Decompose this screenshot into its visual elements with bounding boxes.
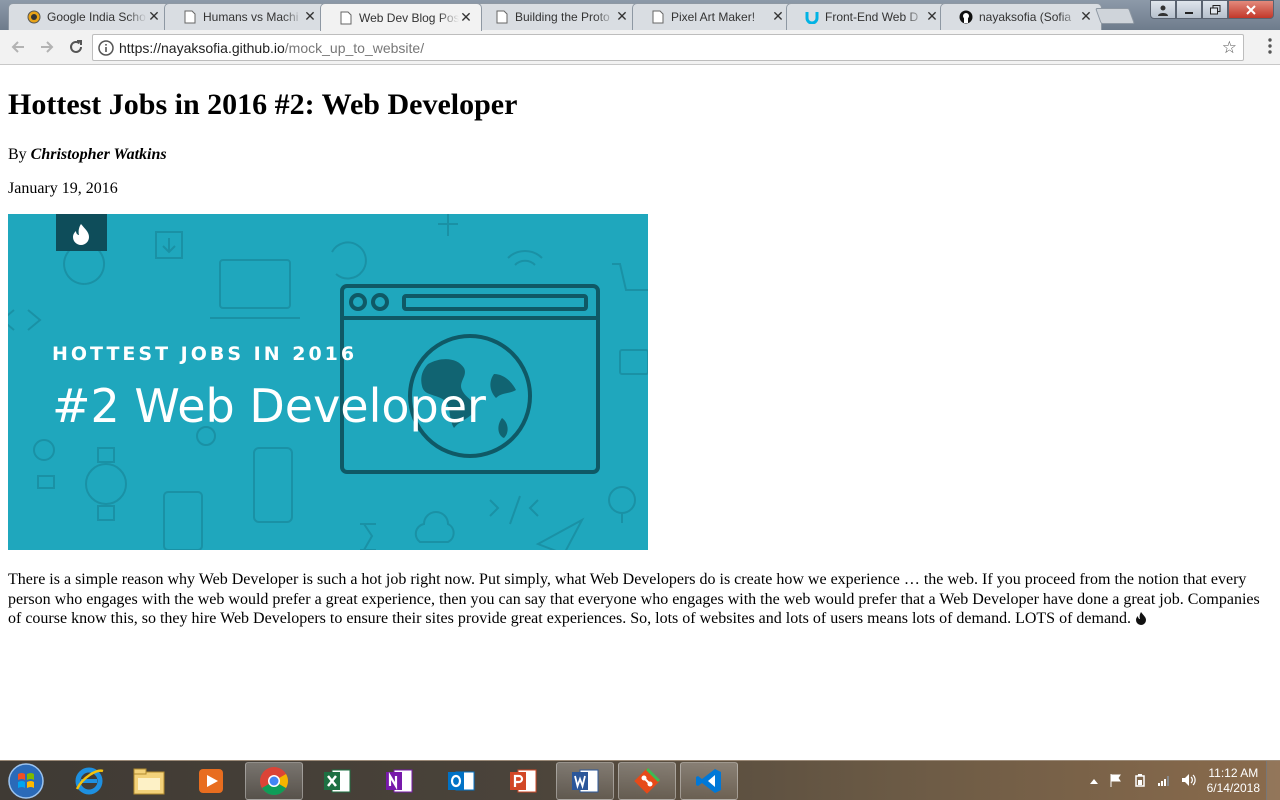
udacity-icon [805,10,819,24]
tab-title: Google India Scho [47,10,146,24]
tab-close-icon[interactable]: ✕ [1079,9,1093,25]
tab-close-icon[interactable]: ✕ [459,10,473,26]
show-hidden-icons-icon[interactable] [1089,774,1099,788]
tab-google-india[interactable]: Google India Scho ✕ [8,3,170,30]
tab-title: Pixel Art Maker! [671,10,756,24]
tab-pixel-art-maker[interactable]: Pixel Art Maker! ✕ [632,3,794,30]
chrome-icon[interactable] [245,762,303,800]
arrow-left-icon [11,41,24,53]
google-favicon-icon [27,10,41,24]
tab-front-end-web-dev[interactable]: Front-End Web D ✕ [786,3,948,30]
tab-title: Web Dev Blog Pos [359,10,459,25]
internet-explorer-icon[interactable] [60,762,118,800]
article-body: There is a simple reason why Web Develop… [8,570,1272,629]
byline-prefix: By [8,146,31,163]
hero-headline: #2 Web Developer [52,379,486,433]
reload-icon [70,40,82,53]
article-text: There is a simple reason why Web Develop… [8,571,1260,627]
windows-start-icon [8,763,44,799]
new-tab-button[interactable] [1095,8,1135,24]
url-path: /mock_up_to_website/ [284,39,425,56]
action-center-flag-icon[interactable] [1109,773,1123,790]
menu-kebab-icon[interactable] [1268,38,1272,54]
browser-toolbar: https://nayaksofia.github.io/mock_up_to_… [0,30,1280,65]
show-desktop-button[interactable] [1266,761,1280,800]
back-button[interactable] [5,34,31,60]
excel-icon[interactable] [308,762,366,800]
tab-title: nayaksofia (Sofia [979,10,1072,24]
tab-title: Building the Proto [515,10,610,24]
tab-close-icon[interactable]: ✕ [147,9,161,25]
github-icon [959,10,973,24]
byline: By Christopher Watkins [8,146,167,164]
media-player-icon[interactable] [182,762,240,800]
outlook-icon[interactable] [432,762,490,800]
tab-title: Front-End Web D [825,10,919,24]
article-title: Hottest Jobs in 2016 #2: Web Developer [8,88,518,121]
tab-title: Humans vs Machi [203,10,299,24]
arrow-right-icon [41,41,54,53]
publish-date: January 19, 2016 [8,180,118,197]
volume-icon[interactable] [1181,773,1197,790]
tab-strip: Google India Scho ✕ Humans vs Machi ✕ We… [0,0,1280,31]
url-host: https://nayaksofia.github.io [119,39,285,56]
network-icon[interactable] [1157,773,1171,790]
user-icon[interactable] [1150,0,1176,19]
power-icon[interactable] [1133,773,1147,790]
tab-close-icon[interactable]: ✕ [771,9,785,25]
onenote-icon[interactable] [370,762,428,800]
hero-kicker: HOTTEST JOBS IN 2016 [52,343,357,365]
page-icon [183,10,197,24]
fire-icon [1135,610,1147,627]
tab-close-icon[interactable]: ✕ [615,9,629,25]
restore-button[interactable] [1202,0,1228,19]
tab-close-icon[interactable]: ✕ [925,9,939,25]
powerpoint-icon[interactable] [494,762,552,800]
tab-web-dev-blog[interactable]: Web Dev Blog Pos ✕ [320,3,482,31]
system-tray: 11:12 AM 6/14/2018 [1089,761,1260,800]
file-explorer-icon[interactable] [120,762,178,800]
tab-humans-vs-machines[interactable]: Humans vs Machi ✕ [164,3,326,30]
reload-button[interactable] [63,34,89,60]
clock[interactable]: 11:12 AM 6/14/2018 [1207,766,1260,796]
start-button[interactable] [6,763,46,799]
page-icon [339,11,353,25]
vscode-icon[interactable] [680,762,738,800]
forward-button[interactable] [34,34,60,60]
page-icon [651,10,665,24]
info-icon[interactable] [93,39,119,56]
close-window-button[interactable] [1228,0,1274,19]
git-icon[interactable] [618,762,676,800]
minimize-button[interactable] [1176,0,1202,19]
bookmark-star-icon[interactable]: ☆ [1222,38,1237,58]
hero-image: HOTTEST JOBS IN 2016 #2 Web Developer [8,214,648,550]
tab-building-prototype[interactable]: Building the Proto ✕ [476,3,638,30]
address-bar[interactable]: https://nayaksofia.github.io/mock_up_to_… [92,34,1244,61]
clock-time: 11:12 AM [1208,766,1259,780]
clock-date: 6/14/2018 [1206,781,1260,795]
page-icon [495,10,509,24]
author-name: Christopher Watkins [30,146,167,163]
tab-github-nayaksofia[interactable]: nayaksofia (Sofia ✕ [940,3,1102,30]
word-icon[interactable] [556,762,614,800]
windows-taskbar: 11:12 AM 6/14/2018 [0,760,1280,800]
tab-close-icon[interactable]: ✕ [303,9,317,25]
page-content: Hottest Jobs in 2016 #2: Web Developer B… [0,66,1280,760]
window-controls [1150,0,1274,19]
